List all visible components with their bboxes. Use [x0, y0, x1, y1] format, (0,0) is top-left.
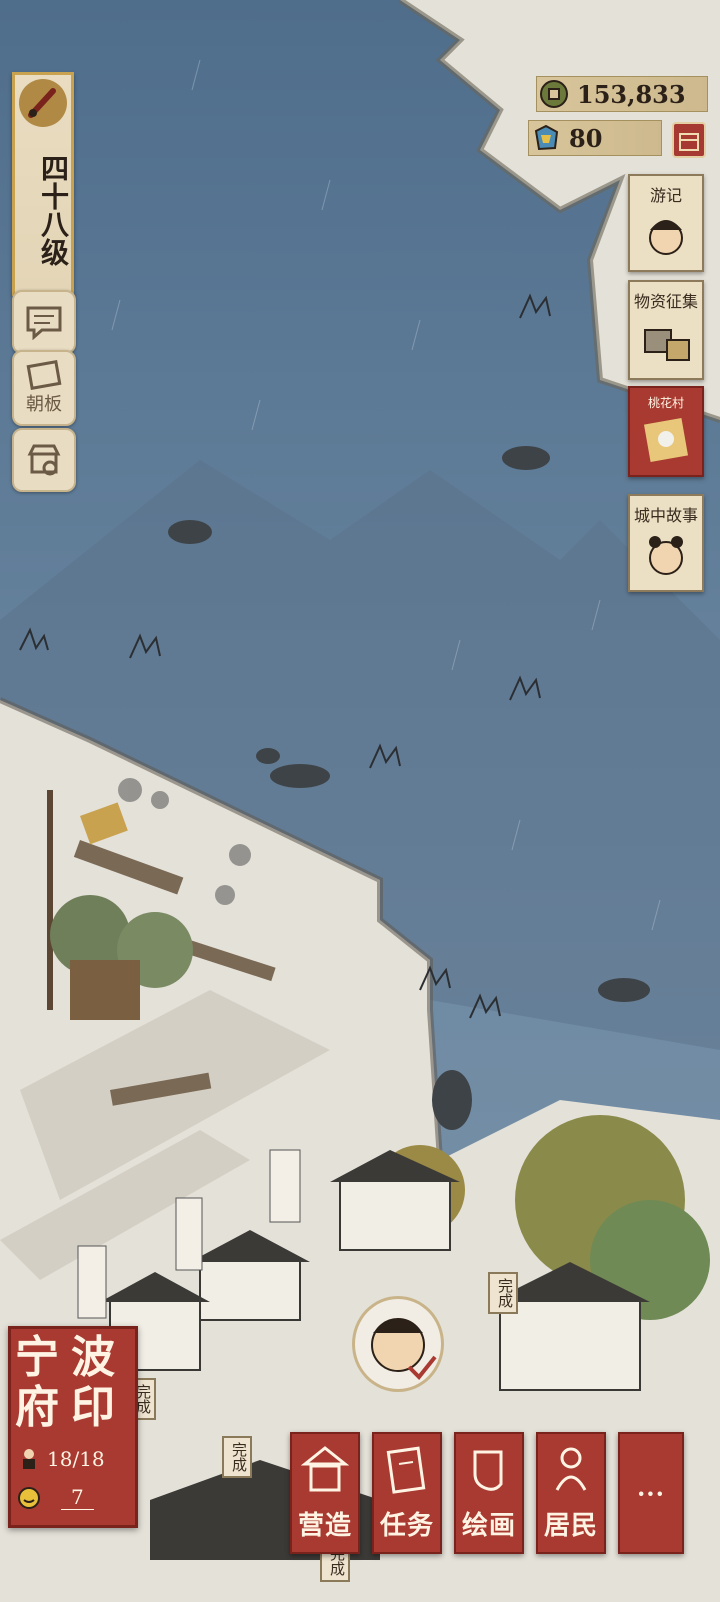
card-travel-notes-label: 游记 — [649, 186, 682, 205]
gem-counter[interactable]: 80 — [528, 120, 662, 156]
level-text: 四十八级 — [37, 154, 70, 266]
supplies-icon — [644, 329, 690, 361]
prosperity-row: 7 — [17, 1485, 94, 1510]
done-label: 完成 — [496, 1278, 514, 1308]
done-label: 完成 — [230, 1442, 248, 1472]
nav-painting-label: 绘画 — [461, 1511, 516, 1541]
coin-value: 153,833 — [577, 79, 686, 109]
coin-counter[interactable]: 153,833 — [536, 76, 708, 112]
card-travel-notes[interactable]: 游记 — [628, 174, 704, 272]
shop-icon — [27, 444, 61, 476]
nav-painting[interactable]: 绘画 — [454, 1432, 524, 1554]
nav-build[interactable]: 营造 — [290, 1432, 360, 1554]
nav-residents-label: 居民 — [543, 1511, 598, 1541]
shop-gift-icon[interactable] — [672, 122, 706, 158]
shop-button[interactable] — [12, 428, 76, 492]
nav-build-label: 营造 — [297, 1511, 352, 1541]
board-button[interactable]: 朝板 — [12, 350, 76, 426]
coin-icon — [540, 80, 568, 108]
nav-more[interactable]: ··· — [618, 1432, 684, 1554]
pavilion-icon — [301, 1446, 349, 1492]
nav-tasks-label: 任务 — [379, 1511, 434, 1541]
chat-bubble-icon — [26, 306, 62, 340]
nav-residents[interactable]: 居民 — [536, 1432, 606, 1554]
scholar-portrait-icon — [649, 220, 683, 255]
peach-blossom-scroll-icon — [643, 417, 689, 463]
fan-icon — [19, 79, 67, 127]
resident-count-row: 18/18 — [17, 1447, 105, 1471]
card-peach-village[interactable]: 桃花村 — [628, 386, 704, 477]
card-city-stories-label: 城中故事 — [633, 506, 698, 525]
chat-button[interactable] — [12, 290, 76, 354]
city-char-1: 宁 — [15, 1332, 59, 1383]
task-book-icon — [386, 1446, 426, 1494]
resident-figure-icon — [555, 1447, 587, 1491]
nav-more-label: ··· — [636, 1478, 666, 1508]
official-portrait-icon — [371, 1318, 437, 1380]
city-char-2: 波 — [71, 1332, 115, 1383]
board-icon — [26, 360, 62, 390]
city-panel[interactable]: 宁 波 府 印 18/18 7 — [8, 1326, 138, 1528]
resident-count: 18/18 — [47, 1447, 105, 1471]
scroll-icon — [473, 1450, 503, 1491]
card-supply-collection[interactable]: 物资征集 — [628, 280, 704, 380]
done-tag-1[interactable]: 完成 — [488, 1272, 518, 1314]
nav-tasks[interactable]: 任务 — [372, 1432, 442, 1554]
child-portrait-icon — [649, 536, 683, 575]
gem-value: 80 — [569, 123, 603, 153]
card-supply-collection-label: 物资征集 — [633, 292, 698, 311]
city-char-4: 印 — [71, 1382, 115, 1433]
jade-icon — [534, 124, 559, 151]
player-level-badge[interactable]: 四十八级 — [12, 72, 74, 296]
prosperity-value: 7 — [61, 1485, 94, 1510]
city-char-3: 府 — [15, 1382, 59, 1433]
card-peach-village-label: 桃花村 — [647, 396, 684, 410]
resident-icon — [23, 1449, 35, 1469]
quest-giver-portrait[interactable] — [352, 1296, 444, 1392]
done-tag-3[interactable]: 完成 — [222, 1436, 252, 1478]
board-label: 朝板 — [26, 394, 62, 415]
card-city-stories[interactable]: 城中故事 — [628, 494, 704, 592]
smiley-coin-icon — [18, 1486, 40, 1509]
